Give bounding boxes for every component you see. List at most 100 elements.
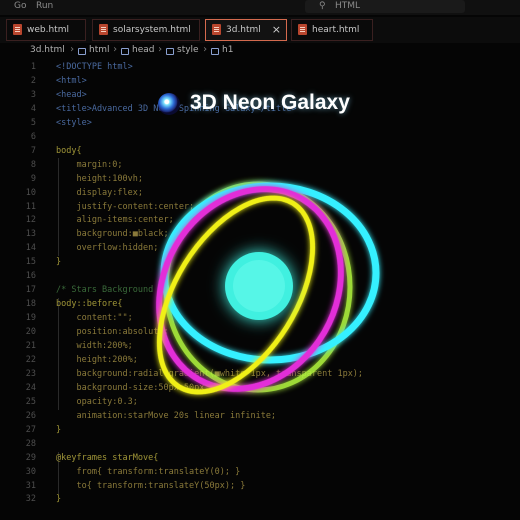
neon-galaxy-graphic bbox=[156, 181, 380, 395]
code-text: body::before{ bbox=[56, 299, 123, 310]
line-number: 32 bbox=[25, 494, 36, 505]
code-line[interactable]: 31 to{ transform:translateY(50px); } bbox=[0, 479, 520, 493]
menu-run[interactable]: Run bbox=[36, 1, 53, 11]
code-text: } bbox=[56, 257, 62, 268]
tab-web-html[interactable]: web.html bbox=[6, 19, 86, 41]
line-number: 7 bbox=[30, 145, 36, 156]
line-number: 18 bbox=[25, 299, 36, 310]
line-number: 5 bbox=[30, 117, 36, 128]
breadcrumb: 3d.html › html › head › style › h1 bbox=[0, 44, 520, 58]
code-line[interactable]: 1 <!DOCTYPE html> bbox=[0, 60, 520, 74]
breadcrumb-separator: › bbox=[69, 44, 76, 55]
line-number: 22 bbox=[25, 354, 36, 365]
code-line[interactable]: 29 @keyframes starMove{ bbox=[0, 451, 520, 465]
html-file-icon bbox=[13, 24, 22, 35]
code-text: height:200%; bbox=[56, 354, 138, 365]
code-text: display:flex; bbox=[56, 187, 143, 198]
line-number: 25 bbox=[25, 396, 36, 407]
line-number: 10 bbox=[25, 187, 36, 198]
breadcrumb-item-file[interactable]: 3d.html bbox=[30, 45, 65, 55]
line-number: 11 bbox=[25, 201, 36, 212]
code-text: from{ transform:translateY(0); } bbox=[56, 466, 241, 477]
element-icon bbox=[121, 48, 129, 55]
element-icon bbox=[166, 48, 174, 55]
menu-go[interactable]: Go bbox=[14, 1, 26, 11]
tab-label: 3d.html bbox=[226, 25, 261, 35]
tab-label: solarsystem.html bbox=[113, 25, 191, 35]
breadcrumb-separator: › bbox=[202, 44, 209, 55]
breadcrumb-item-head[interactable]: head bbox=[132, 45, 154, 55]
html-file-icon bbox=[99, 24, 108, 35]
line-number: 26 bbox=[25, 410, 36, 421]
breadcrumb-item-h1[interactable]: h1 bbox=[222, 45, 233, 55]
line-number: 13 bbox=[25, 229, 36, 240]
code-text: <html> bbox=[56, 75, 87, 86]
code-text: opacity:0.3; bbox=[56, 396, 138, 407]
breadcrumb-separator: › bbox=[157, 44, 164, 55]
line-number: 20 bbox=[25, 327, 36, 338]
search-text: HTML bbox=[335, 1, 361, 11]
code-text: to{ transform:translateY(50px); } bbox=[56, 480, 246, 491]
galaxy-icon bbox=[158, 93, 180, 115]
code-text: <head> bbox=[56, 89, 87, 100]
command-search[interactable]: ⚲ HTML bbox=[305, 0, 465, 13]
code-text: margin:0; bbox=[56, 159, 123, 170]
line-number: 21 bbox=[25, 341, 36, 351]
line-number: 30 bbox=[25, 466, 36, 477]
tab-heart-html[interactable]: heart.html bbox=[291, 19, 373, 41]
line-number: 9 bbox=[30, 173, 36, 184]
code-line[interactable]: 2 <html> bbox=[0, 74, 520, 88]
menu-bar: Go Run ⚲ HTML bbox=[0, 0, 520, 15]
line-number: 14 bbox=[25, 243, 36, 254]
line-number: 8 bbox=[30, 159, 36, 170]
tab-bar: web.html solarsystem.html 3d.html × hear… bbox=[0, 17, 520, 43]
line-number: 24 bbox=[25, 382, 36, 393]
line-number: 27 bbox=[25, 424, 36, 435]
code-text: body{ bbox=[56, 145, 82, 156]
tab-3d-html[interactable]: 3d.html × bbox=[205, 19, 287, 41]
breadcrumb-separator: › bbox=[112, 44, 119, 55]
line-number: 12 bbox=[25, 215, 36, 226]
line-number: 3 bbox=[30, 89, 36, 100]
line-number: 1 bbox=[30, 62, 36, 72]
line-number: 29 bbox=[25, 452, 36, 463]
line-number: 4 bbox=[30, 103, 36, 114]
tab-label: web.html bbox=[27, 25, 69, 35]
preview-title: 3D Neon Galaxy bbox=[158, 91, 398, 117]
line-number: 19 bbox=[25, 313, 36, 324]
code-line[interactable]: 5 <style> bbox=[0, 116, 520, 130]
element-icon bbox=[211, 48, 219, 55]
tab-solarsystem-html[interactable]: solarsystem.html bbox=[92, 19, 200, 41]
line-number: 2 bbox=[30, 75, 36, 86]
close-icon[interactable]: × bbox=[272, 23, 281, 36]
search-icon: ⚲ bbox=[319, 1, 326, 11]
code-text: } bbox=[56, 424, 62, 435]
code-line[interactable]: 7 body{ bbox=[0, 144, 520, 158]
line-number: 15 bbox=[25, 257, 36, 268]
element-icon bbox=[78, 48, 86, 55]
tab-label: heart.html bbox=[312, 25, 360, 35]
line-number: 28 bbox=[25, 438, 36, 449]
code-line[interactable]: 30 from{ transform:translateY(0); } bbox=[0, 465, 520, 479]
code-line[interactable]: 28 bbox=[0, 437, 520, 451]
breadcrumb-item-style[interactable]: style bbox=[177, 45, 199, 55]
code-line[interactable]: 8 margin:0; bbox=[0, 158, 520, 172]
line-number: 31 bbox=[25, 480, 36, 491]
code-text: width:200%; bbox=[56, 341, 133, 351]
code-text: content:""; bbox=[56, 313, 133, 324]
code-line[interactable]: 32} bbox=[0, 492, 520, 506]
code-line[interactable]: 6 bbox=[0, 130, 520, 144]
code-text: } bbox=[56, 494, 62, 505]
line-number: 23 bbox=[25, 368, 36, 379]
html-file-icon bbox=[212, 24, 221, 35]
html-file-icon bbox=[298, 24, 307, 35]
galaxy-core-inner bbox=[233, 260, 285, 312]
line-number: 16 bbox=[25, 271, 36, 282]
code-text: <!DOCTYPE html> bbox=[56, 62, 133, 72]
preview-title-text: 3D Neon Galaxy bbox=[190, 91, 350, 114]
breadcrumb-item-html[interactable]: html bbox=[89, 45, 110, 55]
line-number: 6 bbox=[30, 131, 36, 142]
code-text: <style> bbox=[56, 117, 92, 128]
code-text: @keyframes starMove{ bbox=[56, 452, 159, 463]
line-number: 17 bbox=[25, 285, 36, 296]
